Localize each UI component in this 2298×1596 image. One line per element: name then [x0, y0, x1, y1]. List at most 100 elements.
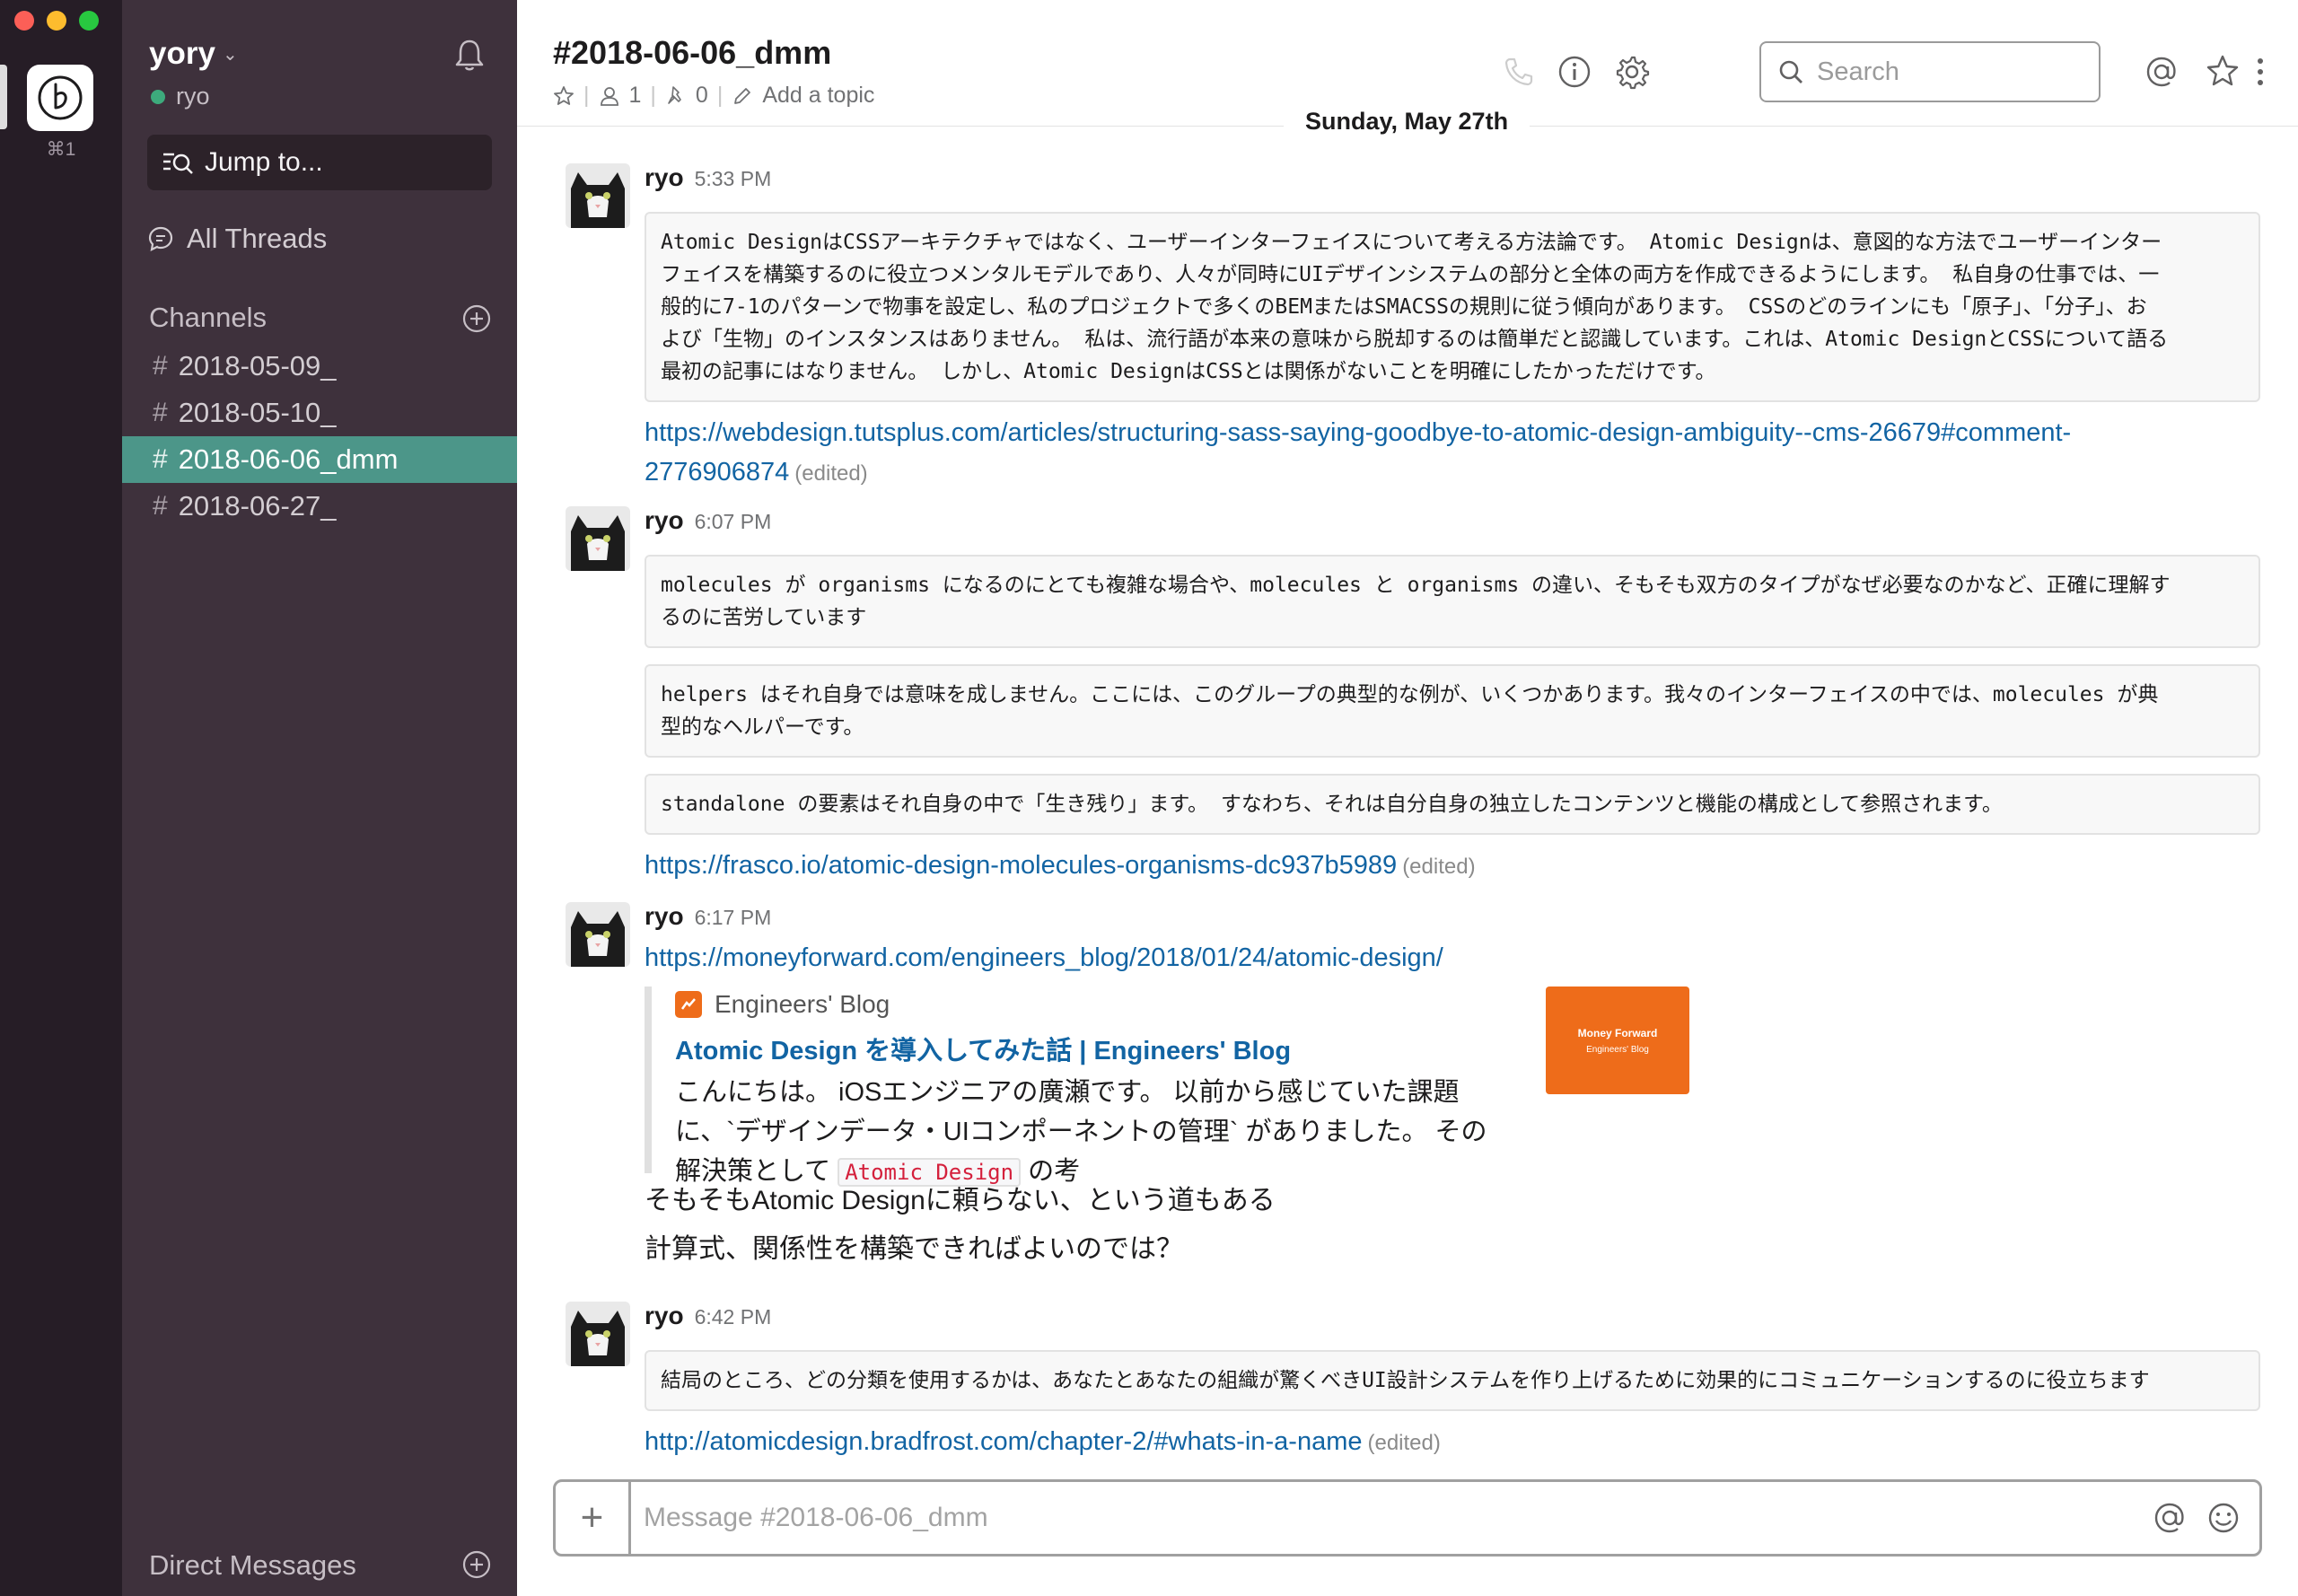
quote-line: 型的なヘルパーです。 [661, 715, 864, 739]
quote-block: standalone の要素はそれ自身の中で「生き残り」ます。 すなわち、それは… [645, 774, 2260, 835]
unfurl-description: こんにちは。 iOSエンジニアの廣瀬です。 以前から感じていた課題 に、`デザイ… [675, 1073, 1537, 1192]
link-unfurl: Engineers' Blog Atomic Design を導入してみた話 |… [645, 987, 1689, 1187]
team-menu[interactable]: yory ⌄ [149, 36, 238, 72]
message-author[interactable]: ryo [645, 1302, 684, 1330]
avatar[interactable] [566, 163, 630, 228]
quote-block: 結局のところ、どの分類を使用するかは、あなたとあなたの組織が驚くべきUI設計シス… [645, 1350, 2260, 1411]
all-threads-item[interactable]: All Threads [147, 223, 327, 255]
edited-label: (edited) [1402, 855, 1476, 879]
workspace-logo-icon [38, 75, 83, 120]
message-body: ryo 6:42 PM 結局のところ、どの分類を使用するかは、あなたとあなたの組… [645, 1302, 2260, 1461]
channel-view: #2018-06-06_dmm | 1 | 0 | Add a topic Se… [517, 0, 2298, 1596]
unfurl-thumbnail[interactable]: Money Forward Engineers' Blog [1546, 987, 1689, 1094]
message-time[interactable]: 6:17 PM [695, 906, 772, 930]
quote-block: molecules が organisms になるのにとても複雑な場合や、mol… [645, 555, 2260, 648]
channel-item[interactable]: # 2018-05-09_ [122, 343, 517, 390]
quote-line: molecules が organisms になるのにとても複雑な場合や、mol… [661, 574, 2171, 597]
threads-icon [148, 226, 173, 251]
quote-line: フェイスを構築するのに役立つメンタルモデルであり、人々が同時にUIデザインシステ… [661, 263, 2160, 286]
add-dm-icon[interactable] [461, 1549, 492, 1580]
unfurl-site: Engineers' Blog [675, 987, 1668, 1022]
channel-list: # 2018-05-09_ # 2018-05-10_ # 2018-06-06… [122, 343, 517, 530]
workspace-icon[interactable] [27, 65, 93, 131]
message-link[interactable]: https://webdesign.tutsplus.com/articles/… [645, 418, 2071, 447]
workspace-active-indicator [0, 65, 7, 129]
members-count[interactable]: 1 [629, 83, 642, 109]
message-time[interactable]: 5:33 PM [695, 167, 772, 191]
quote-line: よび「生物」のインスタンスはありません。 私は、流行語が本来の意味から脱却するの… [661, 328, 2169, 351]
unfurl-text-line: 解決策として Atomic Design の考 [675, 1152, 1537, 1192]
info-icon[interactable] [1557, 54, 1592, 90]
more-options-icon[interactable] [2250, 54, 2271, 90]
jump-to-button[interactable]: Jump to... [147, 135, 492, 190]
minimize-window-button[interactable] [47, 11, 66, 31]
message-link-block: https://frasco.io/atomic-design-molecule… [645, 846, 2260, 885]
quote-block: helpers はそれ自身では意味を成しません。ここには、このグループの典型的な… [645, 664, 2260, 758]
message-body: ryo 5:33 PM Atomic DesignはCSSアーキテクチャではなく… [645, 163, 2260, 492]
quote-line: るのに苦労しています [661, 606, 867, 629]
unfurl-site-name: Engineers' Blog [715, 990, 890, 1018]
bell-icon[interactable] [451, 36, 488, 74]
hash-icon: # [153, 351, 168, 381]
message-link[interactable]: https://frasco.io/atomic-design-molecule… [645, 851, 1397, 880]
phone-icon[interactable] [1501, 54, 1537, 90]
message-time[interactable]: 6:42 PM [695, 1305, 772, 1329]
message-author[interactable]: ryo [645, 902, 684, 931]
current-user: ryo [151, 83, 210, 110]
message-text: 計算式、関係性を構築できればよいのでは？ [645, 1234, 1183, 1264]
chevron-down-icon: ⌄ [222, 44, 238, 65]
starred-items-icon[interactable] [2205, 54, 2241, 90]
pin-icon[interactable] [665, 85, 687, 107]
quote-line: 結局のところ、どの分類を使用するかは、あなたとあなたの組織が驚くべきUI設計シス… [661, 1369, 2150, 1392]
message-author[interactable]: ryo [645, 506, 684, 535]
channels-heading[interactable]: Channels [149, 302, 267, 334]
message-composer[interactable]: + Message #2018-06-06_dmm [553, 1479, 2262, 1557]
message-header: ryo 6:17 PM [645, 902, 2260, 934]
message-author[interactable]: ryo [645, 163, 684, 192]
channel-item[interactable]: # 2018-05-10_ [122, 390, 517, 436]
workspace-rail: ⌘1 [0, 0, 122, 1596]
add-channel-icon[interactable] [461, 303, 492, 334]
gear-icon[interactable] [1614, 54, 1650, 90]
mentions-icon[interactable] [2144, 54, 2180, 90]
avatar[interactable] [566, 902, 630, 967]
add-topic-link[interactable]: Add a topic [762, 83, 874, 109]
message-link[interactable]: https://moneyforward.com/engineers_blog/… [645, 943, 1443, 972]
emoji-icon[interactable] [2206, 1500, 2241, 1536]
message-time[interactable]: 6:07 PM [695, 510, 772, 534]
close-window-button[interactable] [14, 11, 34, 31]
channel-item[interactable]: # 2018-06-27_ [122, 483, 517, 530]
avatar[interactable] [566, 1302, 630, 1366]
search-icon [1779, 60, 1802, 83]
pinned-count[interactable]: 0 [696, 83, 708, 109]
mention-icon[interactable] [2152, 1500, 2188, 1536]
all-threads-label: All Threads [187, 223, 328, 254]
search-input[interactable]: Search [1759, 41, 2101, 102]
message-link-block: https://webdesign.tutsplus.com/articles/… [645, 413, 2260, 492]
message-header: ryo 6:07 PM [645, 506, 2260, 539]
cat-avatar-icon [566, 902, 630, 967]
channel-title[interactable]: #2018-06-06_dmm [553, 34, 831, 72]
message-header: ryo 6:42 PM [645, 1302, 2260, 1334]
unfurl-text-line: こんにちは。 iOSエンジニアの廣瀬です。 以前から感じていた課題 [675, 1078, 1460, 1107]
user-name: ryo [176, 83, 210, 110]
workspace-shortcut: ⌘1 [46, 139, 76, 160]
jump-to-label: Jump to... [205, 147, 323, 177]
zoom-window-button[interactable] [79, 11, 99, 31]
avatar[interactable] [566, 506, 630, 571]
star-icon[interactable] [553, 85, 574, 107]
thumb-caption: Engineers' Blog [1586, 1044, 1649, 1055]
attach-plus-button[interactable]: + [556, 1482, 631, 1554]
unfurl-text-line: に、`デザインデータ・UIコンポーネントの管理` がありました。 その [675, 1118, 1487, 1146]
message-body: ryo 6:17 PM https://moneyforward.com/eng… [645, 902, 2260, 1274]
edited-label: (edited) [794, 461, 868, 486]
unfurl-title-link[interactable]: Atomic Design を導入してみた話 | Engineers' Blog [675, 1030, 1668, 1067]
message-link[interactable]: 2776906874 [645, 458, 789, 487]
message-link[interactable]: http://atomicdesign.bradfrost.com/chapte… [645, 1427, 1362, 1456]
member-icon[interactable] [599, 85, 620, 107]
message-input-placeholder[interactable]: Message #2018-06-06_dmm [644, 1503, 2152, 1533]
channel-name: 2018-06-06_dmm [178, 443, 399, 475]
channel-item-active[interactable]: # 2018-06-06_dmm [122, 436, 517, 483]
message-header: ryo 5:33 PM [645, 163, 2260, 196]
direct-messages-heading[interactable]: Direct Messages [149, 1549, 356, 1582]
